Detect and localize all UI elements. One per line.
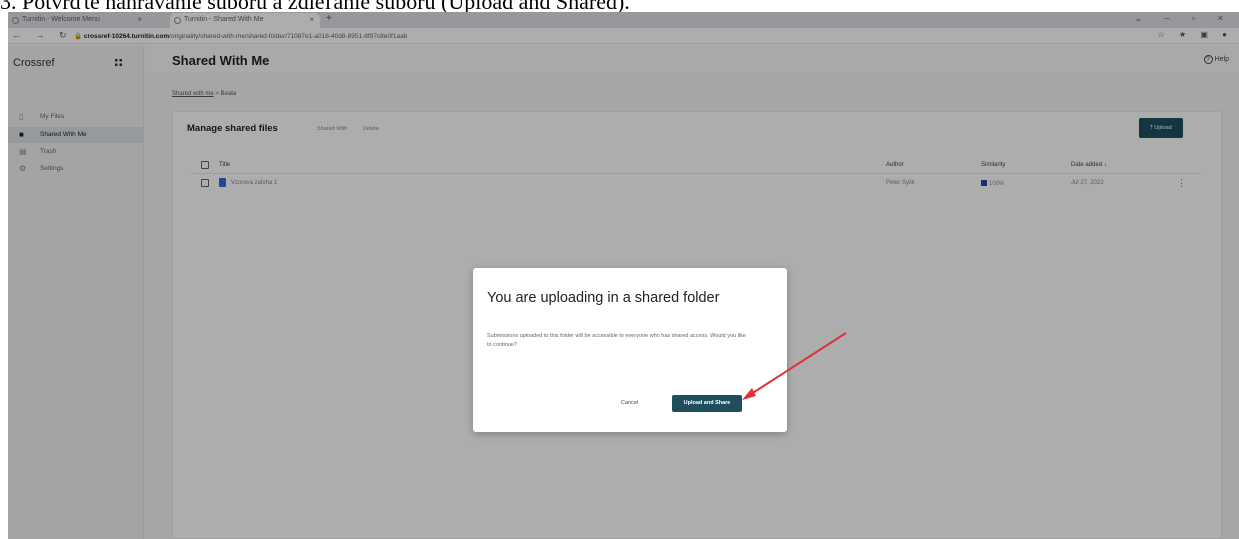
upload-and-share-button[interactable]: Upload and Share	[672, 395, 742, 412]
dialog-message: Submissions uploaded to this folder will…	[487, 333, 746, 348]
cancel-button[interactable]: Cancel	[621, 400, 638, 406]
upload-confirm-dialog: You are uploading in a shared folder Sub…	[473, 268, 787, 432]
dialog-title: You are uploading in a shared folder	[487, 290, 720, 306]
